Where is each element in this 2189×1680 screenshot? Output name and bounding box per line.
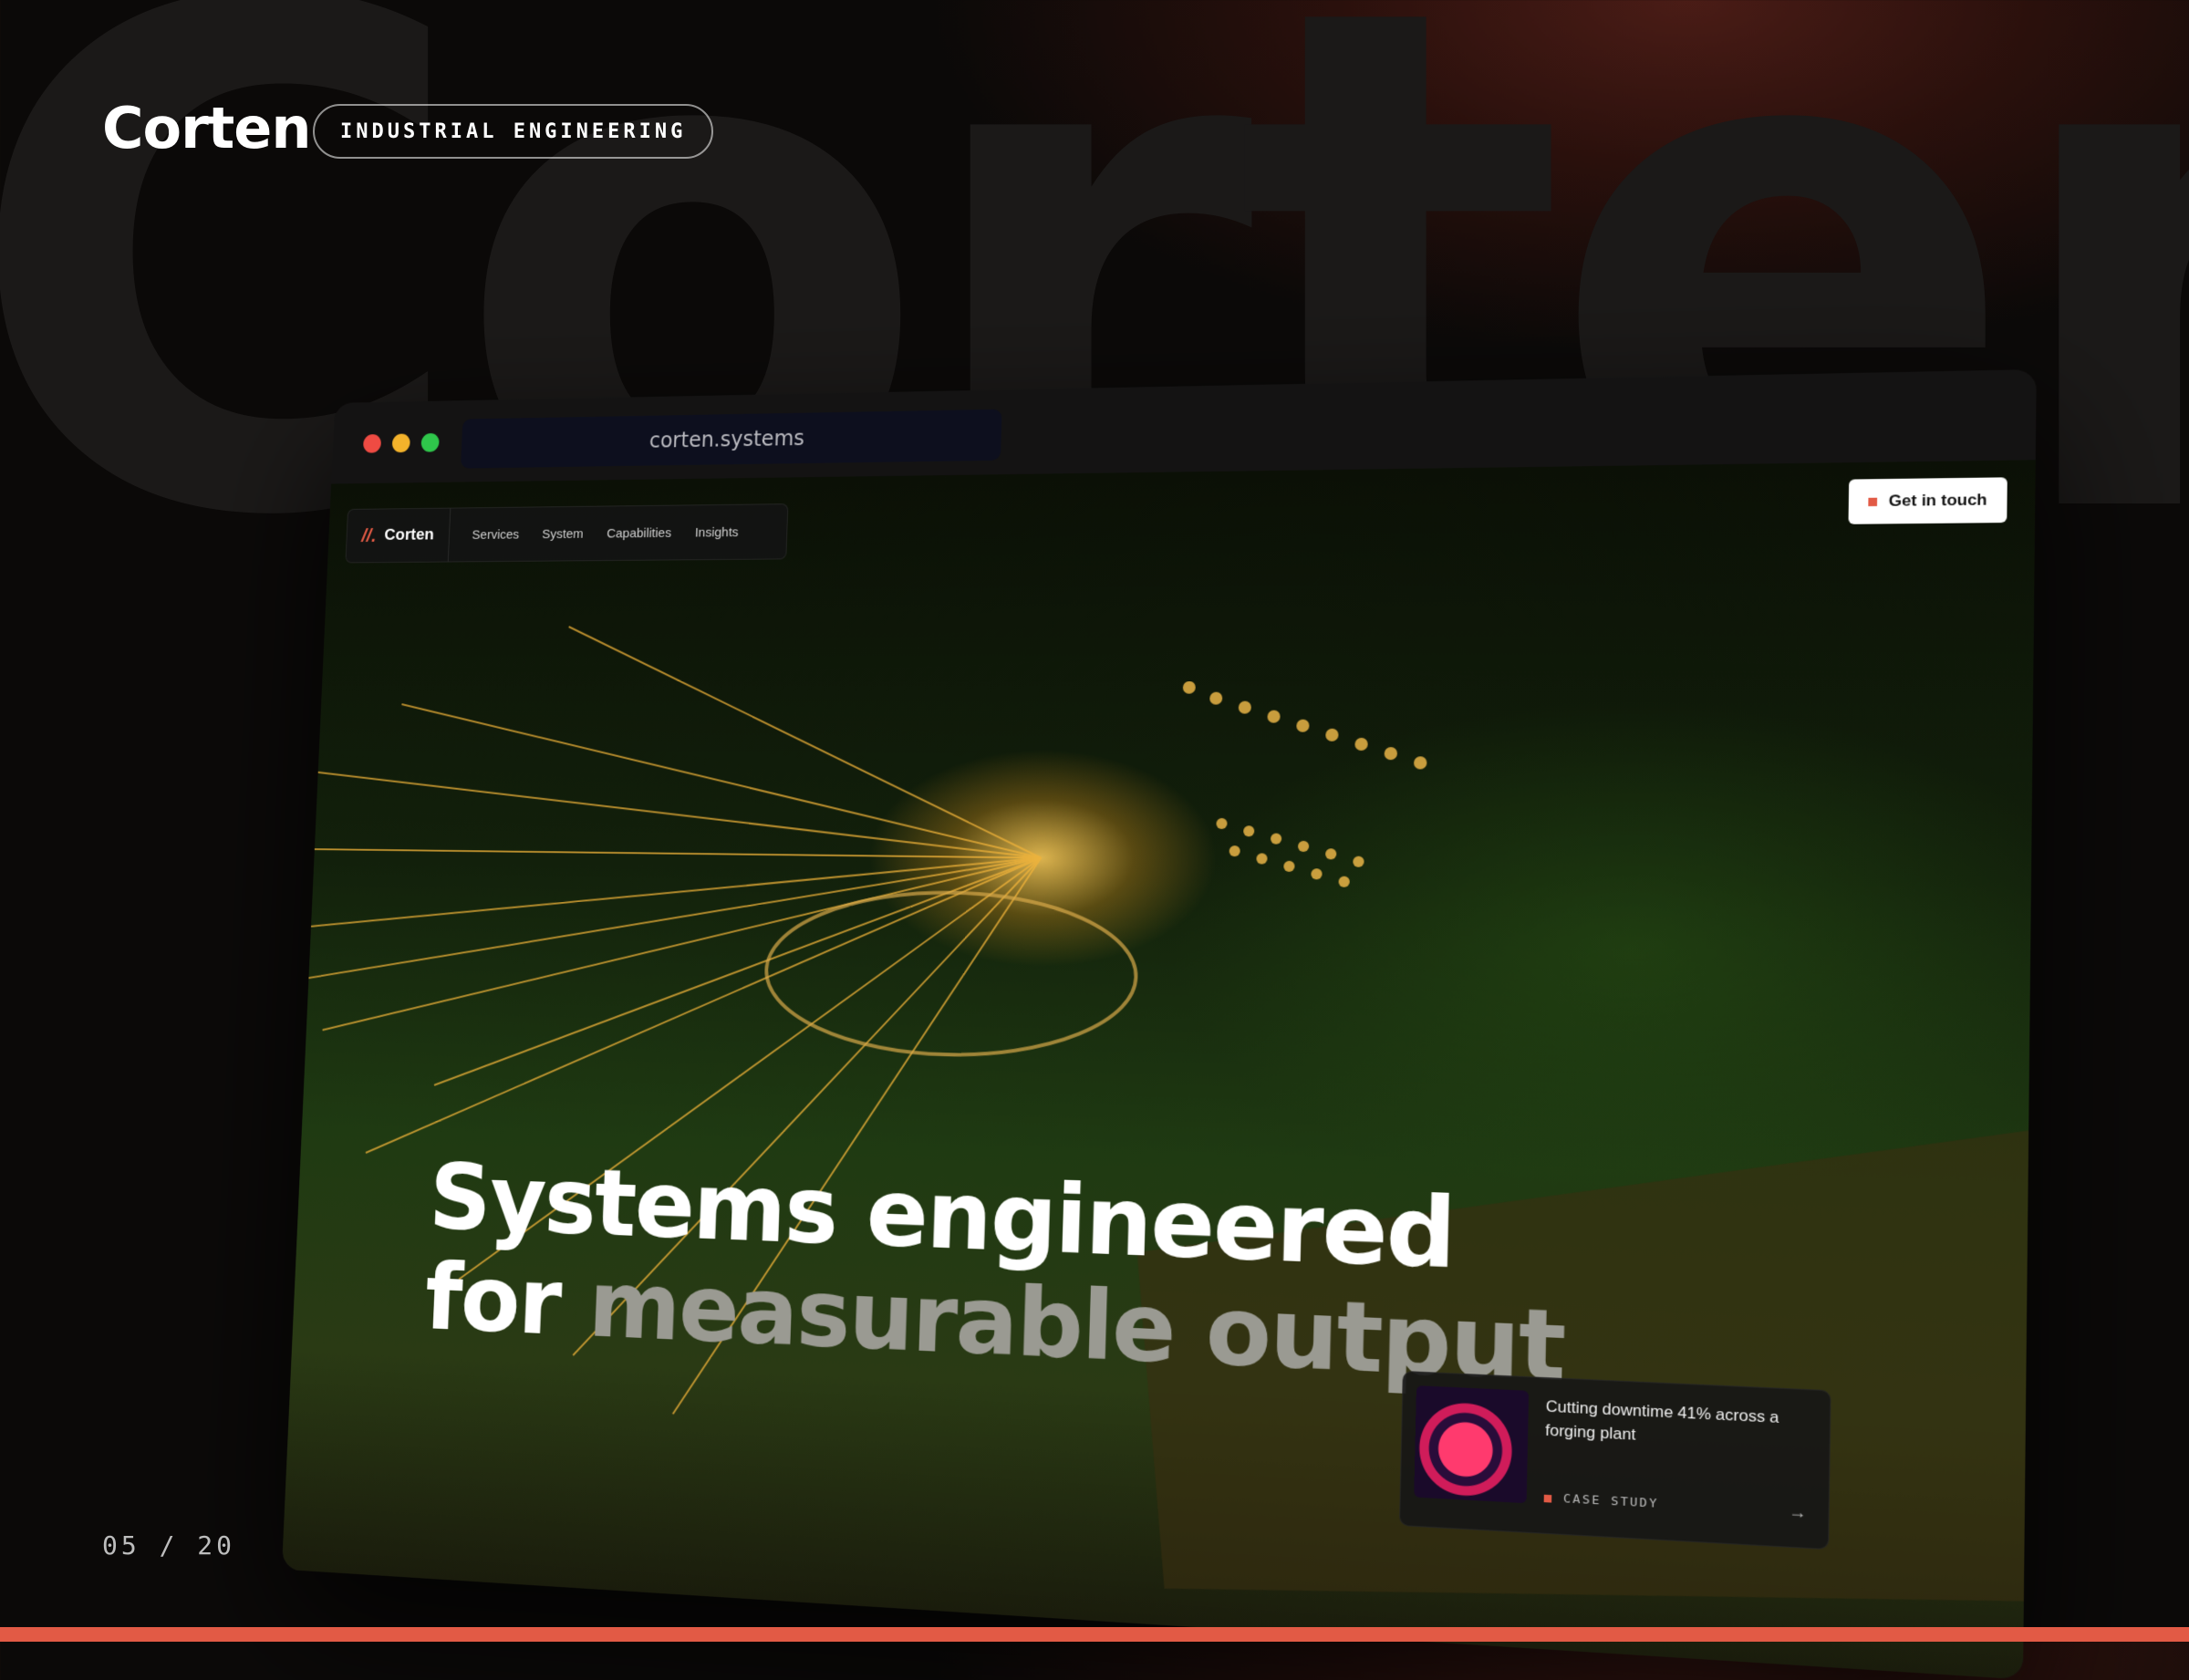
maximize-dot-icon[interactable]: [420, 433, 439, 452]
logo-name: Corten: [384, 525, 434, 544]
category-tag: INDUSTRIAL ENGINEERING: [313, 104, 713, 159]
minimize-dot-icon[interactable]: [392, 433, 410, 452]
nav-link-insights[interactable]: Insights: [695, 524, 739, 540]
browser-mockup: corten.systems //. Corten Services Syste…: [282, 369, 2037, 1679]
case-study-tag-label: CASE STUDY: [1563, 1492, 1659, 1511]
case-study-card[interactable]: Cutting downtime 41% across a forging pl…: [1399, 1371, 1831, 1550]
case-study-title: Cutting downtime 41% across a forging pl…: [1545, 1395, 1810, 1456]
get-in-touch-button[interactable]: Get in touch: [1848, 477, 2007, 524]
square-bullet-icon: [1544, 1494, 1552, 1502]
logo-mark-icon: //.: [361, 524, 377, 546]
cta-label: Get in touch: [1889, 491, 1987, 511]
case-study-thumbnail: [1414, 1385, 1529, 1503]
arrow-right-icon[interactable]: →: [1789, 1502, 1807, 1523]
accent-bar: [0, 1627, 2189, 1642]
nav-link-services[interactable]: Services: [472, 527, 519, 542]
close-dot-icon[interactable]: [363, 434, 381, 453]
site-logo[interactable]: //. Corten: [346, 509, 450, 563]
nav-link-system[interactable]: System: [542, 526, 584, 541]
headline-for: for: [423, 1243, 563, 1357]
site-navbar: //. Corten Services System Capabilities …: [345, 503, 788, 563]
slide-pager: 05 / 20: [102, 1530, 235, 1561]
nav-link-capabilities[interactable]: Capabilities: [607, 525, 672, 541]
brand-title: Corten: [102, 95, 311, 161]
square-bullet-icon: [1868, 497, 1877, 505]
case-study-tag: CASE STUDY: [1544, 1491, 1659, 1512]
hero-section: //. Corten Services System Capabilities …: [282, 460, 2036, 1679]
address-bar[interactable]: corten.systems: [461, 410, 1002, 469]
